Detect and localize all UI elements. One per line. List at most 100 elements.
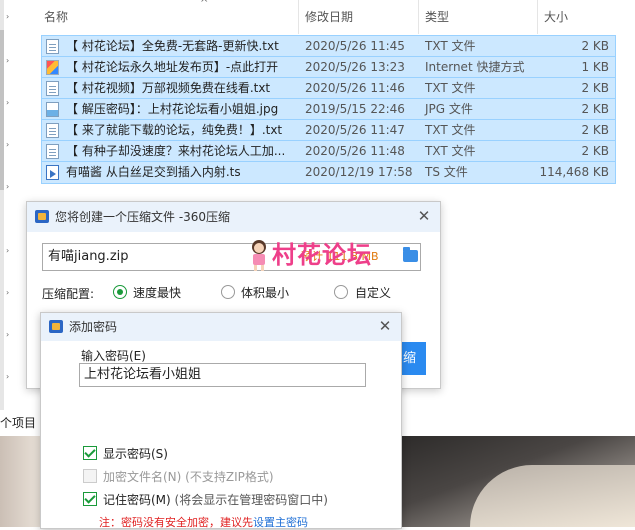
file-date: 2019/5/15 22:46 bbox=[305, 102, 405, 116]
column-name[interactable]: 名称 bbox=[44, 0, 68, 34]
show-password-checkbox[interactable] bbox=[83, 446, 97, 460]
image-file-icon bbox=[46, 102, 59, 117]
remember-password-row[interactable]: 记住密码(M) (将会显示在管理密码窗口中) bbox=[103, 492, 328, 508]
desktop-background-left bbox=[0, 436, 40, 527]
encrypt-filenames-row[interactable]: 加密文件名(N) (不支持ZIP格式) bbox=[103, 469, 274, 485]
compress-option-label: 压缩配置: bbox=[42, 287, 95, 301]
file-size: 2 KB bbox=[581, 102, 609, 116]
file-size: 2 KB bbox=[581, 123, 609, 137]
file-size: 2 KB bbox=[581, 81, 609, 95]
expand-arrow-icon[interactable]: › bbox=[6, 56, 14, 66]
file-size: 2 KB bbox=[581, 144, 609, 158]
column-date[interactable]: 修改日期 bbox=[305, 0, 353, 34]
radio-fastest[interactable] bbox=[113, 285, 127, 299]
file-size: 2 KB bbox=[581, 39, 609, 53]
watermark-girl-icon bbox=[252, 240, 266, 271]
expand-arrow-icon[interactable]: › bbox=[6, 140, 14, 150]
internet-shortcut-icon bbox=[46, 60, 59, 75]
expand-arrow-icon[interactable]: › bbox=[6, 372, 14, 382]
close-icon[interactable]: ✕ bbox=[376, 317, 394, 335]
expand-arrow-icon[interactable]: › bbox=[6, 330, 14, 340]
password-value: 上村花论坛看小姐姐 bbox=[84, 367, 202, 382]
file-date: 2020/5/26 11:45 bbox=[305, 39, 405, 53]
sort-ascending-icon: ^ bbox=[200, 0, 209, 9]
expand-arrow-icon[interactable]: › bbox=[6, 12, 14, 22]
password-dialog-titlebar[interactable]: 添加密码 ✕ bbox=[41, 313, 401, 341]
file-row[interactable]: 【 来了就能下载的论坛，纯免费！】.txt 2020/5/26 11:47 TX… bbox=[41, 119, 616, 142]
file-row[interactable]: 【 村花视频】万部视频免费在线看.txt 2020/5/26 11:46 TXT… bbox=[41, 77, 616, 100]
set-master-password-link[interactable]: 设置主密码 bbox=[253, 516, 308, 529]
expand-arrow-icon[interactable]: › bbox=[6, 182, 14, 192]
compress-dialog-title: 您将创建一个压缩文件 -360压缩 bbox=[55, 210, 231, 224]
folder-icon[interactable] bbox=[403, 247, 418, 262]
video-file-icon bbox=[46, 165, 59, 180]
file-name: 【 有种子却没速度？来村花论坛人工加... bbox=[66, 144, 286, 158]
column-type[interactable]: 类型 bbox=[425, 0, 449, 34]
radio-custom-label[interactable]: 自定义 bbox=[355, 285, 391, 301]
file-name: 【 村花视频】万部视频免费在线看.txt bbox=[66, 81, 271, 95]
radio-fastest-label[interactable]: 速度最快 bbox=[133, 285, 181, 301]
file-date: 2020/5/26 13:23 bbox=[305, 60, 405, 74]
show-password-label[interactable]: 显示密码(S) bbox=[103, 446, 168, 462]
text-file-icon bbox=[46, 123, 59, 138]
column-size[interactable]: 大小 bbox=[544, 0, 568, 34]
radio-custom[interactable] bbox=[334, 285, 348, 299]
file-name: 【 解压密码】：上村花论坛看小姐姐.jpg bbox=[66, 102, 279, 116]
encrypt-filenames-note: (不支持ZIP格式) bbox=[185, 470, 274, 484]
encrypt-filenames-label: 加密文件名(N) bbox=[103, 470, 182, 484]
password-warning: 注：密码没有安全加密，建议先设置主密码 bbox=[99, 516, 308, 530]
file-row[interactable]: 【 村花论坛】全免费-无套路-更新快.txt 2020/5/26 11:45 T… bbox=[41, 35, 616, 58]
encrypt-filenames-checkbox[interactable] bbox=[83, 469, 97, 483]
file-date: 2020/5/26 11:46 bbox=[305, 81, 405, 95]
file-row[interactable]: 【 村花论坛永久地址发布页】-点此打开 2020/5/26 13:23 Inte… bbox=[41, 56, 616, 79]
start-compress-button[interactable]: 缩 bbox=[401, 342, 426, 375]
file-type: JPG 文件 bbox=[425, 102, 473, 116]
file-date: 2020/5/26 11:47 bbox=[305, 123, 405, 137]
file-type: TXT 文件 bbox=[425, 39, 476, 53]
column-header: ^ 名称 修改日期 类型 大小 bbox=[40, 0, 635, 34]
zip-app-icon bbox=[49, 320, 63, 333]
file-type: TXT 文件 bbox=[425, 81, 476, 95]
file-type: TXT 文件 bbox=[425, 123, 476, 137]
file-date: 2020/5/26 11:48 bbox=[305, 144, 405, 158]
file-size: 114,468 KB bbox=[539, 165, 609, 179]
expand-arrow-icon[interactable]: › bbox=[6, 246, 14, 256]
file-size: 1 KB bbox=[581, 60, 609, 74]
watermark-text: 村花论坛 bbox=[272, 240, 372, 269]
compress-dialog-titlebar[interactable]: 您将创建一个压缩文件 -360压缩 ✕ bbox=[27, 202, 440, 232]
navigation-scrollbar-thumb[interactable] bbox=[0, 30, 4, 190]
column-divider[interactable] bbox=[537, 0, 538, 34]
password-label: 输入密码(E) bbox=[81, 349, 146, 363]
archive-name-value: 有喵jiang.zip bbox=[48, 249, 129, 264]
file-name: 【 村花论坛永久地址发布页】-点此打开 bbox=[66, 60, 279, 74]
remember-password-note: (将会显示在管理密码窗口中) bbox=[174, 493, 328, 507]
file-type: TXT 文件 bbox=[425, 144, 476, 158]
status-item-count: 个项目 bbox=[0, 416, 37, 430]
text-file-icon bbox=[46, 144, 59, 159]
file-row[interactable]: 【 解压密码】：上村花论坛看小姐姐.jpg 2019/5/15 22:46 JP… bbox=[41, 98, 616, 121]
zip-app-icon bbox=[35, 210, 49, 223]
password-field[interactable]: 上村花论坛看小姐姐 bbox=[79, 363, 366, 387]
close-icon[interactable]: ✕ bbox=[415, 207, 433, 225]
radio-smallest-label[interactable]: 体积最小 bbox=[241, 285, 289, 301]
file-name: 【 村花论坛】全免费-无套路-更新快.txt bbox=[66, 39, 279, 53]
file-row[interactable]: 有喵酱 从白丝足交到插入内射.ts 2020/12/19 17:58 TS 文件… bbox=[41, 161, 616, 184]
password-warning-text: 注：密码没有安全加密，建议先 bbox=[99, 516, 253, 529]
text-file-icon bbox=[46, 81, 59, 96]
column-divider[interactable] bbox=[418, 0, 419, 34]
add-password-dialog: 添加密码 ✕ 输入密码(E) 上村花论坛看小姐姐 显示密码(S) 加密文件名(N… bbox=[40, 312, 402, 529]
file-row[interactable]: 【 有种子却没速度？来村花论坛人工加... 2020/5/26 11:48 TX… bbox=[41, 140, 616, 163]
expand-arrow-icon[interactable]: › bbox=[6, 98, 14, 108]
password-dialog-title: 添加密码 bbox=[69, 320, 118, 334]
remember-password-checkbox[interactable] bbox=[83, 492, 97, 506]
expand-arrow-icon[interactable]: › bbox=[6, 288, 14, 298]
file-name: 【 来了就能下载的论坛，纯免费！】.txt bbox=[66, 123, 283, 137]
file-type: Internet 快捷方式 bbox=[425, 60, 525, 74]
file-type: TS 文件 bbox=[425, 165, 468, 179]
file-name: 有喵酱 从白丝足交到插入内射.ts bbox=[66, 165, 241, 179]
remember-password-label: 记住密码(M) bbox=[103, 493, 171, 507]
text-file-icon bbox=[46, 39, 59, 54]
column-divider[interactable] bbox=[298, 0, 299, 34]
file-date: 2020/12/19 17:58 bbox=[305, 165, 413, 179]
radio-smallest[interactable] bbox=[221, 285, 235, 299]
